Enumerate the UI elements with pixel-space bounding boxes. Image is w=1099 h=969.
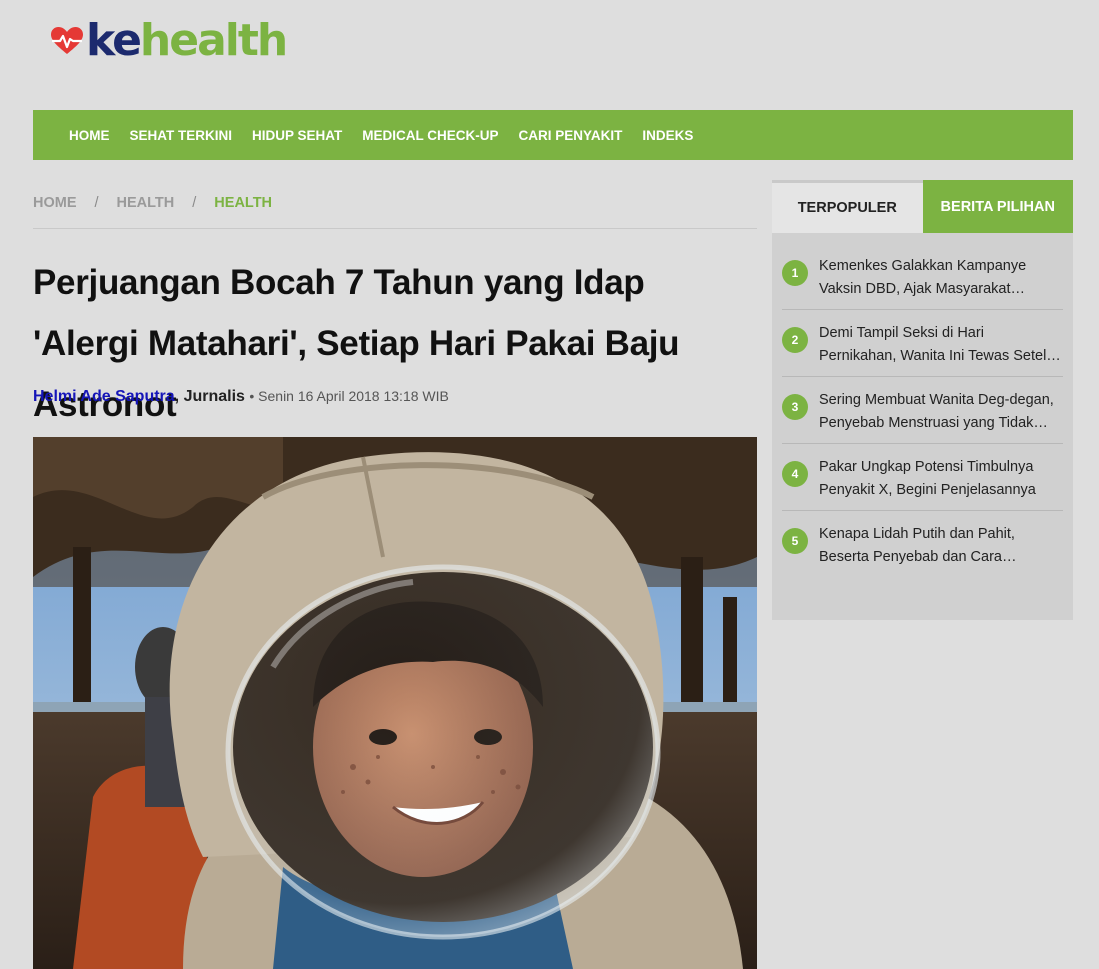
popular-title[interactable]: Sering Membuat Wanita Deg-degan, Penyeba… <box>819 389 1063 435</box>
breadcrumb-health[interactable]: HEALTH <box>117 195 175 211</box>
list-item[interactable]: 3 Sering Membuat Wanita Deg-degan, Penye… <box>782 377 1063 444</box>
breadcrumb-home[interactable]: HOME <box>33 195 77 211</box>
breadcrumb-current[interactable]: HEALTH <box>214 195 272 211</box>
breadcrumb-separator: / <box>94 195 99 211</box>
logo-ke: ke <box>86 15 142 66</box>
nav-indeks[interactable]: INDEKS <box>642 128 693 143</box>
nav-home[interactable]: HOME <box>69 128 110 143</box>
heart-pulse-icon <box>51 27 83 54</box>
site-logo[interactable]: kehealth <box>50 15 288 66</box>
logo-health: health <box>139 15 288 66</box>
nav-medical-checkup[interactable]: MEDICAL CHECK-UP <box>362 128 498 143</box>
sidebar: TERPOPULER BERITA PILIHAN 1 Kemenkes Gal… <box>772 180 1073 620</box>
article-byline: Helmi Ade Saputra, Jurnalis • Senin 16 A… <box>33 388 449 406</box>
rank-badge: 4 <box>782 461 808 487</box>
article-title: Perjuangan Bocah 7 Tahun yang Idap 'Aler… <box>33 263 680 424</box>
rank-badge: 2 <box>782 327 808 353</box>
nav-cari-penyakit[interactable]: CARI PENYAKIT <box>519 128 623 143</box>
tab-berita-pilihan[interactable]: BERITA PILIHAN <box>922 180 1073 233</box>
main-nav: HOME SEHAT TERKINI HIDUP SEHAT MEDICAL C… <box>33 110 1073 160</box>
logo-wordmark: kehealth <box>86 15 288 66</box>
publish-date: • Senin 16 April 2018 13:18 WIB <box>249 388 449 404</box>
popular-title[interactable]: Kemenkes Galakkan Kampanye Vaksin DBD, A… <box>819 255 1063 301</box>
list-item[interactable]: 2 Demi Tampil Seksi di Hari Pernikahan, … <box>782 310 1063 377</box>
list-item[interactable]: 5 Kenapa Lidah Putih dan Pahit, Beserta … <box>782 511 1063 577</box>
tab-terpopuler[interactable]: TERPOPULER <box>772 180 923 233</box>
breadcrumb: HOME / HEALTH / HEALTH <box>33 195 757 229</box>
list-item[interactable]: 4 Pakar Ungkap Potensi Timbulnya Penyaki… <box>782 444 1063 511</box>
author-role: , Jurnalis <box>174 388 245 405</box>
rank-badge: 5 <box>782 528 808 554</box>
nav-hidup-sehat[interactable]: HIDUP SEHAT <box>252 128 342 143</box>
article-hero-image <box>33 437 757 969</box>
nav-sehat-terkini[interactable]: SEHAT TERKINI <box>130 128 233 143</box>
breadcrumb-separator: / <box>192 195 197 211</box>
popular-list: 1 Kemenkes Galakkan Kampanye Vaksin DBD,… <box>772 233 1073 577</box>
rank-badge: 1 <box>782 260 808 286</box>
sidebar-tabs: TERPOPULER BERITA PILIHAN <box>772 180 1073 233</box>
list-item[interactable]: 1 Kemenkes Galakkan Kampanye Vaksin DBD,… <box>782 243 1063 310</box>
popular-title[interactable]: Demi Tampil Seksi di Hari Pernikahan, Wa… <box>819 322 1063 368</box>
popular-title[interactable]: Kenapa Lidah Putih dan Pahit, Beserta Pe… <box>819 523 1063 569</box>
popular-title[interactable]: Pakar Ungkap Potensi Timbulnya Penyakit … <box>819 456 1063 502</box>
rank-badge: 3 <box>782 394 808 420</box>
hero-photo <box>33 437 757 969</box>
author-link[interactable]: Helmi Ade Saputra <box>33 388 175 405</box>
